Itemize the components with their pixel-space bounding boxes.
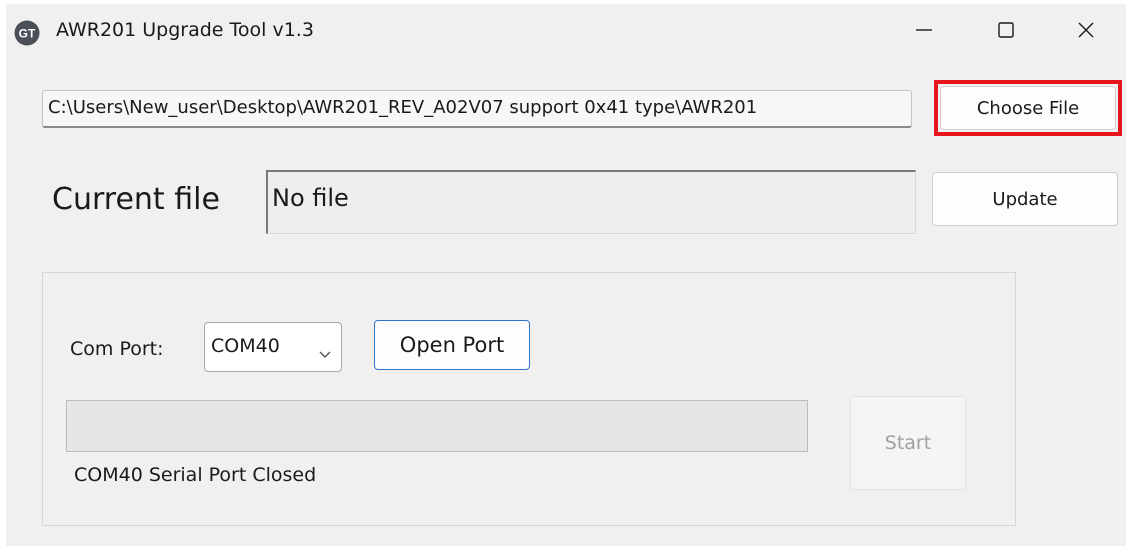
port-status-text: COM40 Serial Port Closed xyxy=(74,464,317,486)
current-file-label: Current file xyxy=(52,182,220,217)
app-window: GT AWR201 Upgrade Tool v1.3 C:\Users\New… xyxy=(6,4,1126,546)
chevron-down-icon xyxy=(318,343,332,365)
start-button: Start xyxy=(850,396,966,490)
upgrade-progress-bar xyxy=(66,400,808,452)
close-button[interactable] xyxy=(1046,4,1126,56)
current-file-field: No file xyxy=(266,170,916,234)
update-button[interactable]: Update xyxy=(932,172,1118,226)
minimize-icon xyxy=(914,20,934,40)
com-port-select[interactable]: COM40 xyxy=(204,322,342,372)
choose-file-button[interactable]: Choose File xyxy=(940,86,1116,130)
file-path-field[interactable]: C:\Users\New_user\Desktop\AWR201_REV_A02… xyxy=(42,90,912,128)
title-bar[interactable]: GT AWR201 Upgrade Tool v1.3 xyxy=(6,4,1126,56)
com-port-label: Com Port: xyxy=(70,338,164,360)
app-logo-text: GT xyxy=(19,27,36,41)
close-icon xyxy=(1076,20,1096,40)
maximize-icon xyxy=(996,20,1016,40)
open-port-button[interactable]: Open Port xyxy=(374,320,530,370)
app-logo-icon: GT xyxy=(14,20,40,46)
window-title: AWR201 Upgrade Tool v1.3 xyxy=(56,19,314,41)
maximize-button[interactable] xyxy=(966,4,1046,56)
minimize-button[interactable] xyxy=(884,4,964,56)
com-port-selected-value: COM40 xyxy=(211,335,280,357)
